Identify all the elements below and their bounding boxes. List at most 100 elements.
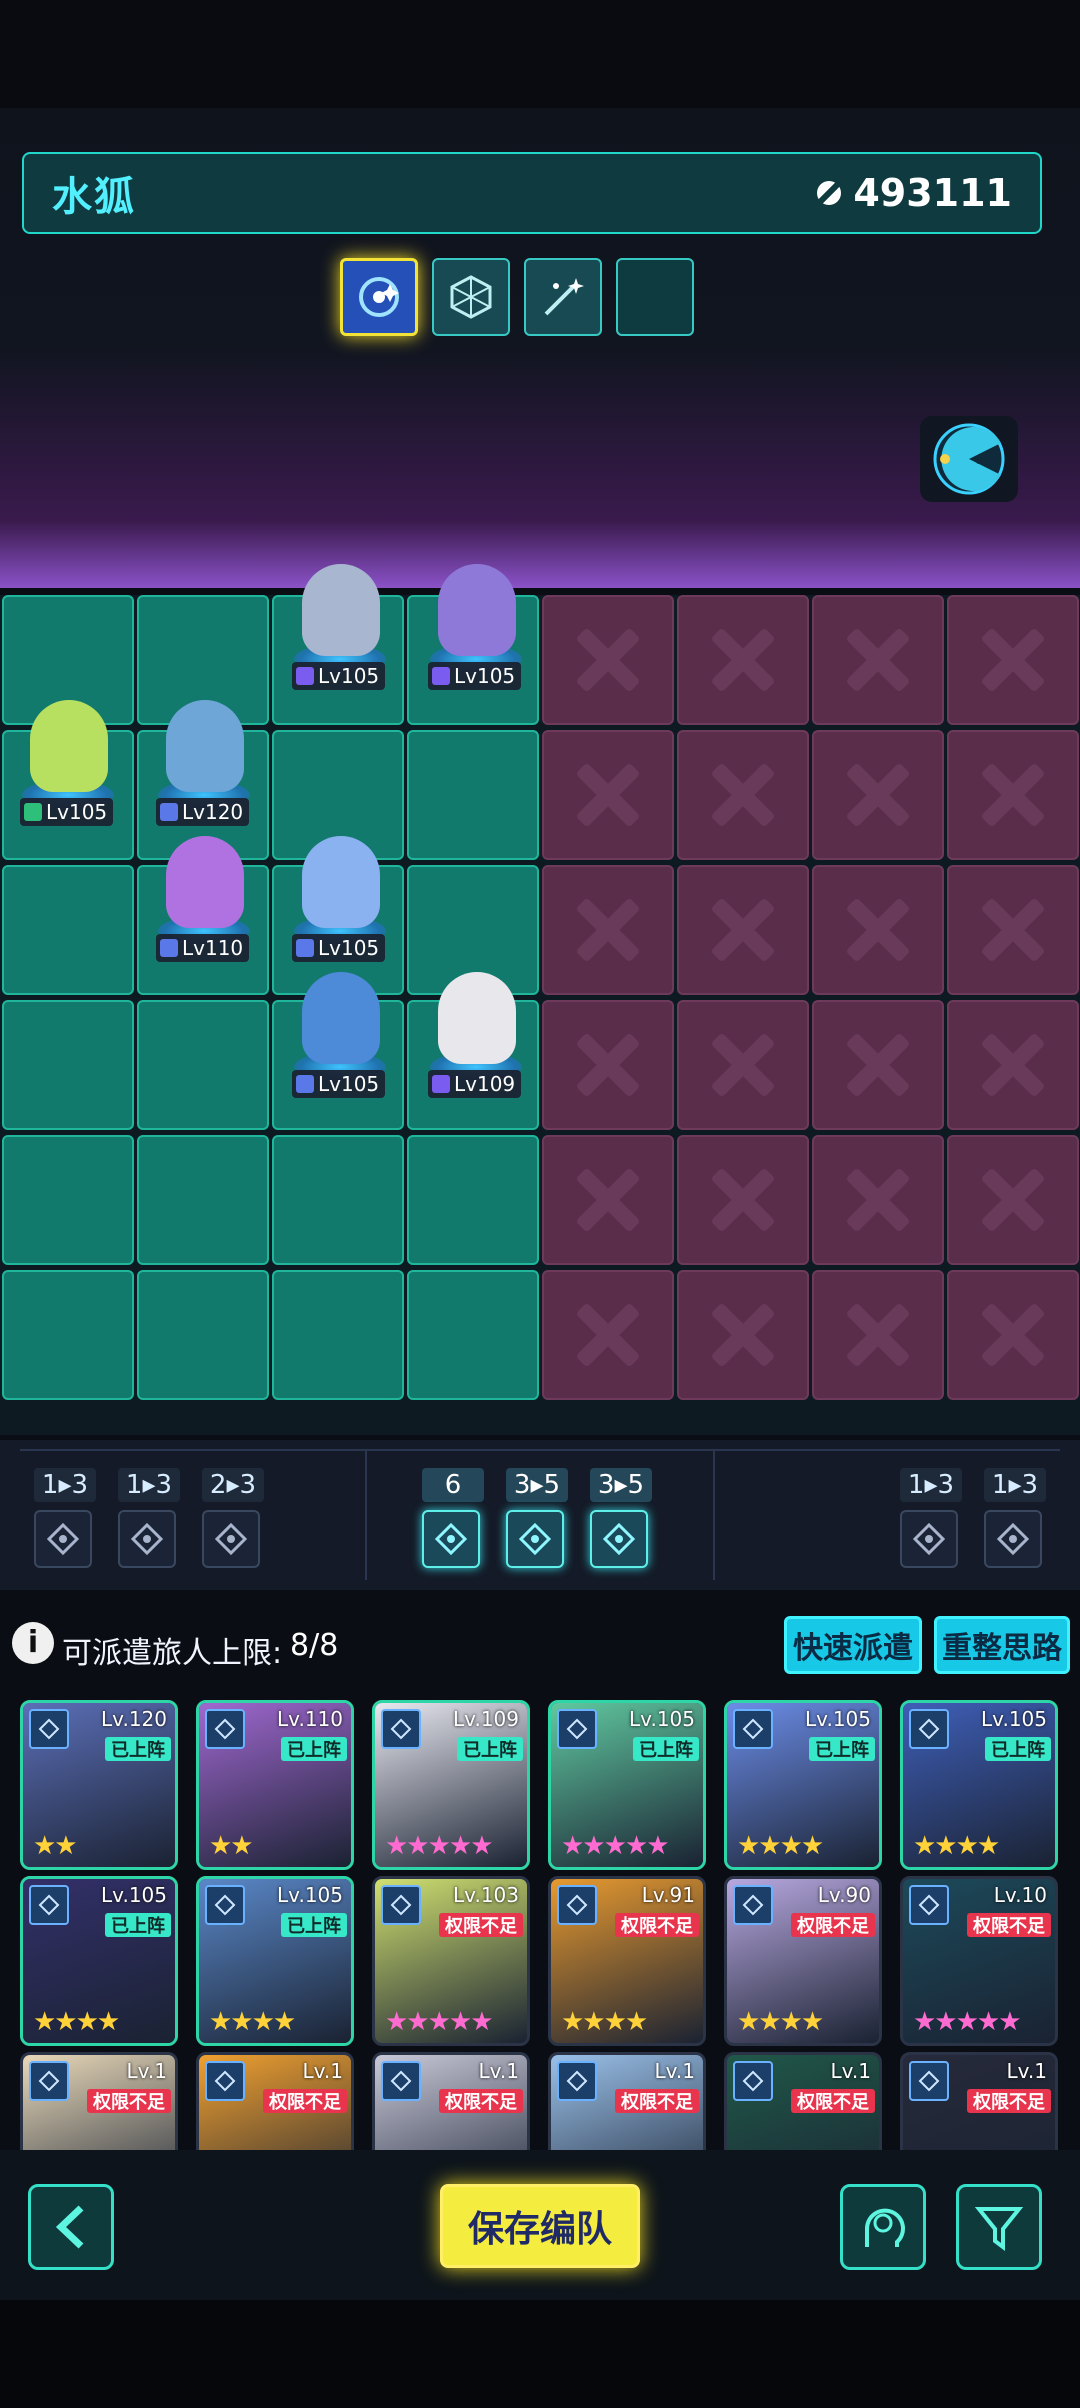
ally-grid-cell[interactable] (137, 1000, 269, 1130)
character-card[interactable]: Lv.1 权限不足 (20, 2052, 178, 2150)
ally-grid-cell[interactable] (272, 1270, 404, 1400)
character-card[interactable]: Lv.10 权限不足 ★★★★★ (900, 1876, 1058, 2046)
team-name[interactable]: 水狐 (52, 164, 136, 222)
board-unit[interactable]: Lv105 (284, 970, 394, 1100)
quick-dispatch-button[interactable]: 快速派遣 (784, 1616, 922, 1674)
character-card[interactable]: Lv.110 已上阵 ★★ (196, 1700, 354, 1870)
class-icon (381, 2061, 421, 2101)
synergy-item[interactable]: 1▸3 (34, 1468, 96, 1568)
synergy-item[interactable]: 1▸3 (118, 1468, 180, 1568)
sparkle-wand-icon[interactable] (524, 258, 602, 336)
board-unit[interactable]: Lv109 (420, 970, 530, 1100)
locked-grid-cell (947, 1270, 1079, 1400)
unit-sprite (302, 836, 380, 928)
character-card[interactable]: Lv.1 权限不足 (548, 2052, 706, 2150)
power-value: 493111 (853, 171, 1012, 215)
character-card[interactable]: Lv.1 权限不足 (900, 2052, 1058, 2150)
ally-grid-cell[interactable] (2, 865, 134, 995)
ally-grid-cell[interactable] (137, 1135, 269, 1265)
character-card[interactable]: Lv.90 权限不足 ★★★★ (724, 1876, 882, 2046)
character-card[interactable]: Lv.1 权限不足 (196, 2052, 354, 2150)
galaxy-icon[interactable] (340, 258, 418, 336)
locked-grid-cell (947, 730, 1079, 860)
character-card[interactable]: Lv.109 已上阵 ★★★★★ (372, 1700, 530, 1870)
status-badge: 已上阵 (281, 1913, 347, 1937)
character-card[interactable]: Lv.91 权限不足 ★★★★ (548, 1876, 706, 2046)
synergy-item[interactable]: 3▸5 (506, 1468, 568, 1568)
synergy-item[interactable]: 3▸5 (590, 1468, 652, 1568)
ally-grid-cell[interactable] (137, 1270, 269, 1400)
status-badge: 已上阵 (457, 1737, 523, 1761)
reset-button[interactable]: 重整思路 (934, 1616, 1070, 1674)
ally-grid-cell[interactable] (272, 1135, 404, 1265)
character-card[interactable]: Lv.105 已上阵 ★★★★ (196, 1876, 354, 2046)
mountain-peak-icon (34, 1510, 92, 1568)
board-unit[interactable]: Lv105 (284, 562, 394, 692)
star-rating: ★★★★ (33, 2007, 120, 2037)
strategy-button[interactable] (840, 2184, 926, 2270)
ally-grid-cell[interactable] (407, 1135, 539, 1265)
character-card[interactable]: Lv.1 权限不足 (372, 2052, 530, 2150)
card-level: Lv.91 (641, 1883, 695, 1907)
team-header: 水狐 493111 (22, 152, 1042, 234)
skill-slots (340, 258, 694, 336)
locked-grid-cell (812, 865, 944, 995)
locked-grid-cell (542, 595, 674, 725)
status-badge: 已上阵 (985, 1737, 1051, 1761)
info-icon[interactable]: i (12, 1622, 54, 1664)
character-card[interactable]: Lv.105 已上阵 ★★★★ (20, 1876, 178, 2046)
ally-grid-cell[interactable] (2, 1135, 134, 1265)
save-team-button[interactable]: 保存编队 (440, 2184, 640, 2268)
unit-sprite (166, 700, 244, 792)
synergy-count: 3▸5 (590, 1468, 652, 1502)
board-unit[interactable]: Lv105 (420, 562, 530, 692)
card-level: Lv.105 (101, 1883, 167, 1907)
board-unit[interactable]: Lv120 (148, 698, 258, 828)
board-unit[interactable]: Lv105 (284, 834, 394, 964)
character-card[interactable]: Lv.105 已上阵 ★★★★ (724, 1700, 882, 1870)
synergy-count: 1▸3 (984, 1468, 1046, 1502)
empty-skill-slot[interactable] (616, 258, 694, 336)
class-icon (909, 1709, 949, 1749)
status-badge: 权限不足 (967, 1913, 1051, 1937)
chevron-left-icon (55, 2205, 84, 2249)
star-rating: ★★★★★ (561, 1831, 670, 1861)
ally-grid-cell[interactable] (2, 1000, 134, 1130)
synergy-item[interactable]: 1▸3 (900, 1468, 962, 1568)
ally-grid-cell[interactable] (407, 730, 539, 860)
board-unit[interactable]: Lv110 (148, 834, 258, 964)
status-badge: 权限不足 (791, 1913, 875, 1937)
synergy-item[interactable]: 2▸3 (202, 1468, 264, 1568)
character-card[interactable]: Lv.120 已上阵 ★★ (20, 1700, 178, 1870)
chat-button[interactable] (920, 416, 1018, 502)
board-unit[interactable]: Lv105 (12, 698, 122, 828)
card-level: Lv.1 (654, 2059, 695, 2083)
card-level: Lv.105 (805, 1707, 871, 1731)
character-roster[interactable]: Lv.120 已上阵 ★★ Lv.110 已上阵 ★★ Lv.109 已上阵 ★★★★★ Lv.1… (0, 1690, 1080, 2150)
character-card[interactable]: Lv.1 权限不足 (724, 2052, 882, 2150)
ally-grid-cell[interactable] (2, 1270, 134, 1400)
class-icon (733, 1709, 773, 1749)
synergy-item[interactable]: 6 (422, 1468, 484, 1568)
status-badge: 权限不足 (791, 2089, 875, 2113)
card-level: Lv.110 (277, 1707, 343, 1731)
character-card[interactable]: Lv.105 已上阵 ★★★★ (900, 1700, 1058, 1870)
unit-level-tag: Lv110 (156, 934, 250, 962)
diamond-class-icon (160, 939, 178, 957)
filter-button[interactable] (956, 2184, 1042, 2270)
hex-cube-icon[interactable] (432, 258, 510, 336)
star-rating: ★★ (209, 1831, 254, 1861)
card-level: Lv.105 (629, 1707, 695, 1731)
class-icon (557, 2061, 597, 2101)
unit-sprite (30, 700, 108, 792)
ally-grid-cell[interactable] (407, 1270, 539, 1400)
brain-head-icon (864, 2208, 905, 2247)
character-card[interactable]: Lv.105 已上阵 ★★★★★ (548, 1700, 706, 1870)
card-level: Lv.120 (101, 1707, 167, 1731)
character-card[interactable]: Lv.103 权限不足 ★★★★★ (372, 1876, 530, 2046)
locked-grid-cell (812, 1000, 944, 1130)
back-button[interactable] (28, 2184, 114, 2270)
status-badge: 已上阵 (281, 1737, 347, 1761)
unit-level: Lv105 (318, 664, 380, 688)
synergy-item[interactable]: 1▸3 (984, 1468, 1046, 1568)
